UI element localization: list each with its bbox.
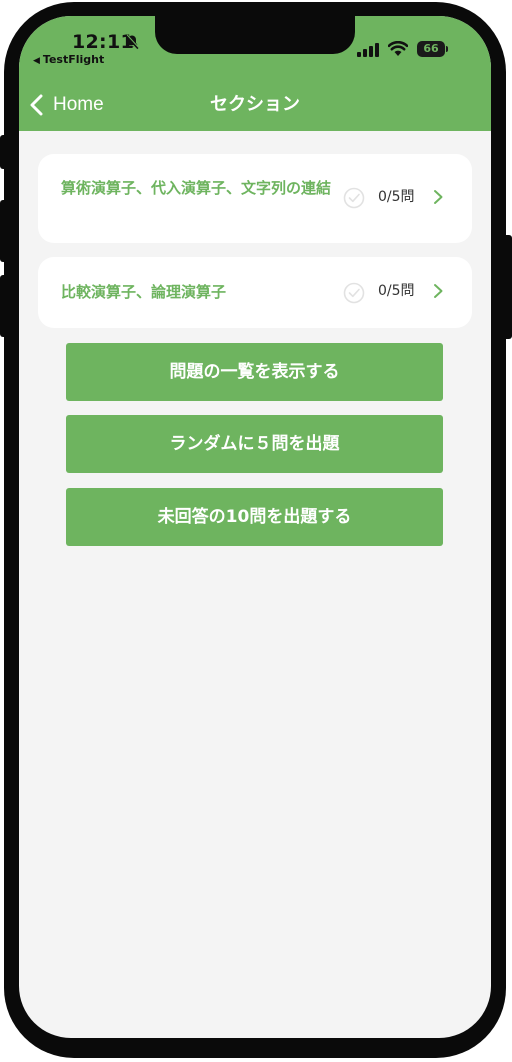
battery-tip [446,46,448,52]
back-triangle-icon: ◀ [33,56,40,66]
show-question-list-button[interactable]: 問題の一覧を表示する [66,343,443,401]
section-title: 算術演算子、代入演算子、文字列の連結 [61,179,332,197]
app-screen: 12:11 ◀ TestFlight 66 Home セクション 算術演算子、代… [19,16,491,1038]
back-to-app-link[interactable]: ◀ TestFlight [33,53,104,66]
side-button-volume-up [0,200,8,262]
back-button[interactable]: Home [29,92,104,118]
section-card-1[interactable]: 算術演算子、代入演算子、文字列の連結 0/5問 [38,154,472,243]
notch [155,16,355,54]
chevron-right-icon [434,190,443,204]
wifi-icon [388,41,408,56]
back-button-label: Home [53,94,104,115]
check-circle-icon [343,187,365,209]
check-circle-icon [343,282,365,304]
section-title: 比較演算子、論理演算子 [61,283,227,301]
battery-icon: 66 [417,41,449,57]
random-five-questions-button[interactable]: ランダムに５問を出題 [66,415,443,473]
bell-slash-icon [125,34,140,50]
section-card-2[interactable]: 比較演算子、論理演算子 0/5問 [38,257,472,328]
chevron-left-icon [30,94,43,116]
side-button-mute [0,135,8,169]
back-app-label: TestFlight [42,53,105,66]
side-button-power [503,235,512,339]
unanswered-ten-questions-button[interactable]: 未回答の10問を出題する [66,488,443,546]
section-progress-count: 0/5問 [378,283,415,299]
battery-percentage: 66 [423,42,439,55]
side-button-volume-down [0,275,8,337]
nav-header: 12:11 ◀ TestFlight 66 Home セクション [19,16,491,131]
signal-icon [357,43,379,57]
chevron-right-icon [434,284,443,298]
section-progress-count: 0/5問 [378,189,415,205]
page-title: セクション [210,94,300,115]
